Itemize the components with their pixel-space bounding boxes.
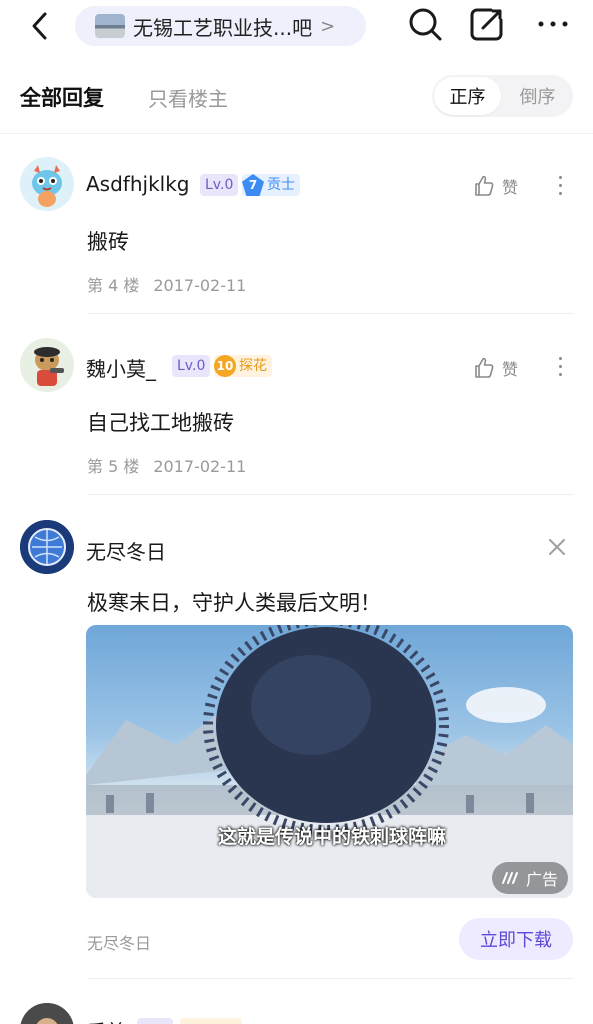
like-label: 赞 xyxy=(502,178,519,197)
divider xyxy=(87,978,573,979)
chevron-left-icon xyxy=(32,12,47,40)
post-more-button[interactable] xyxy=(550,351,570,381)
thumbs-up-icon xyxy=(475,175,494,196)
avatar[interactable] xyxy=(20,1003,74,1024)
level-badge xyxy=(137,1018,173,1024)
title-badge xyxy=(180,1018,242,1024)
post-content: 自己找工地搬砖 xyxy=(87,411,234,435)
ad-label: 广告 xyxy=(526,870,559,889)
share-icon xyxy=(470,8,503,41)
post-content: 搬砖 xyxy=(87,230,129,254)
post-meta: 第 4 楼 2017-02-11 xyxy=(87,272,246,296)
like-label: 赞 xyxy=(502,360,519,379)
top-bar: 无锡工艺职业技...吧 > xyxy=(0,0,593,56)
badge-level-number: 10 xyxy=(214,355,236,377)
username[interactable]: Asdfhjklkg xyxy=(86,172,190,196)
forum-link[interactable]: 无锡工艺职业技...吧 > xyxy=(75,6,366,46)
title-badge: 10 探花 xyxy=(214,355,272,377)
sort-desc-button[interactable]: 倒序 xyxy=(504,77,571,115)
reply-filter-bar: 全部回复 只看楼主 正序 倒序 xyxy=(0,58,593,134)
avatar-image xyxy=(20,157,74,211)
like-button[interactable]: 赞 xyxy=(472,354,532,382)
avatar-image xyxy=(20,338,74,392)
ad-tag: 广告 xyxy=(492,862,569,894)
ad-video[interactable]: 这就是传说中的铁刺球阵嘛 广告 xyxy=(86,625,573,898)
back-button[interactable] xyxy=(22,8,56,44)
avatar-image xyxy=(20,520,74,574)
close-icon xyxy=(549,539,565,555)
level-badge: Lv.0 xyxy=(200,174,239,196)
level-badge: Lv.0 xyxy=(172,355,211,377)
sort-asc-button[interactable]: 正序 xyxy=(434,77,501,115)
post-date: 2017-02-11 xyxy=(153,276,247,295)
download-button[interactable]: 立即下载 xyxy=(459,918,573,960)
more-horizontal-icon xyxy=(538,21,568,27)
avatar[interactable] xyxy=(20,157,74,211)
title-badge: 7 贡士 xyxy=(242,174,300,196)
forum-thumbnail xyxy=(95,14,125,38)
ad-video-frame xyxy=(86,625,573,898)
divider xyxy=(87,313,573,314)
post-more-button[interactable] xyxy=(550,170,570,200)
floor-number: 第 4 楼 xyxy=(87,276,140,295)
avatar[interactable] xyxy=(20,338,74,392)
ad-video-caption: 这就是传说中的铁刺球阵嘛 xyxy=(218,826,447,848)
badge-title: 贡士 xyxy=(267,177,295,193)
badge-title: 探花 xyxy=(239,358,267,374)
badge-level-number: 7 xyxy=(242,174,264,196)
avatar-image xyxy=(20,1003,74,1024)
more-vertical-icon xyxy=(558,175,562,179)
username[interactable]: 乐美 xyxy=(86,1016,126,1024)
post-meta: 第 5 楼 2017-02-11 xyxy=(87,453,246,477)
divider xyxy=(87,494,573,495)
search-button[interactable] xyxy=(405,4,445,44)
close-ad-button[interactable] xyxy=(545,535,569,559)
post-date: 2017-02-11 xyxy=(153,457,247,476)
username[interactable]: 魏小莫_ xyxy=(86,353,156,382)
advertiser-name[interactable]: 无尽冬日 xyxy=(86,536,166,565)
like-button[interactable]: 赞 xyxy=(472,172,532,200)
ad-content: 极寒末日，守护人类最后文明！ xyxy=(87,591,381,615)
ad-mark-icon xyxy=(502,872,518,884)
search-icon xyxy=(409,8,442,41)
floor-number: 第 5 楼 xyxy=(87,457,140,476)
more-vertical-icon xyxy=(558,356,562,360)
forum-name: 无锡工艺职业技...吧 xyxy=(133,15,313,40)
sort-toggle: 正序 倒序 xyxy=(432,75,573,117)
more-button[interactable] xyxy=(533,4,573,44)
tab-all-replies[interactable]: 全部回复 xyxy=(20,82,104,112)
ad-footer-name: 无尽冬日 xyxy=(87,934,152,953)
tab-owner-only[interactable]: 只看楼主 xyxy=(148,83,228,112)
chevron-right-icon: > xyxy=(320,15,336,37)
thumbs-up-icon xyxy=(475,357,494,378)
avatar[interactable] xyxy=(20,520,74,574)
share-button[interactable] xyxy=(467,4,507,44)
